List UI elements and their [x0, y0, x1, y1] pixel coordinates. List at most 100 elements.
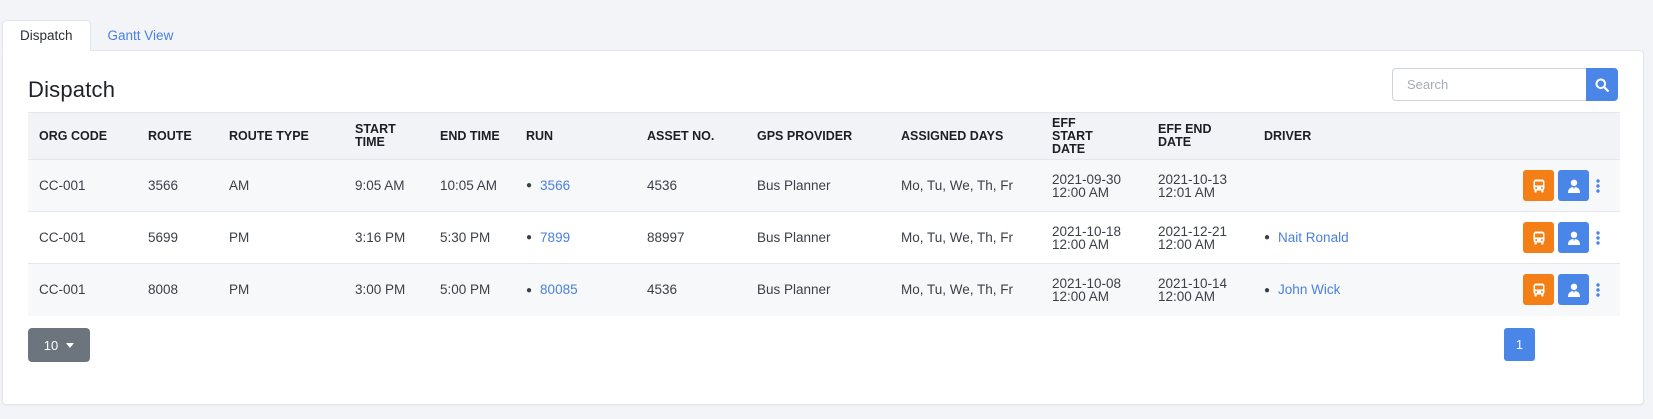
driver-cell: ● John Wick — [1253, 264, 1418, 316]
assigned-days-cell: Mo, Tu, We, Th, Fr — [901, 178, 1014, 193]
eff-end-date: 2021-10-13 — [1158, 171, 1228, 187]
assign-bus-button[interactable] — [1523, 222, 1554, 253]
assigned-days-cell: Mo, Tu, We, Th, Fr — [901, 230, 1014, 245]
dispatch-card: Dispatch ORG CODE ROUTE ROUTE TYPE START… — [2, 50, 1644, 405]
org-code-cell: CC-001 — [39, 178, 86, 193]
eff-end-date-cell: 2021-12-21 12:00 AM — [1147, 212, 1253, 264]
bullet-icon: ● — [1264, 232, 1271, 244]
eff-start-date: 2021-09-30 — [1052, 171, 1122, 187]
driver-link[interactable]: John Wick — [1278, 282, 1340, 297]
driver-icon — [1567, 179, 1580, 193]
more-options-button[interactable] — [1591, 228, 1605, 248]
eff-start-time: 12:00 AM — [1052, 236, 1110, 252]
eff-end-date: 2021-12-21 — [1158, 223, 1228, 239]
driver-link[interactable]: Nait Ronald — [1278, 230, 1349, 245]
column-header[interactable]: ROUTE — [137, 112, 218, 160]
search-input[interactable] — [1392, 68, 1586, 101]
bullet-icon: ● — [526, 284, 533, 296]
bus-icon — [1533, 283, 1544, 297]
tab-gantt-view[interactable]: Gantt View — [91, 20, 191, 51]
more-options-button[interactable] — [1591, 280, 1605, 300]
column-header[interactable]: ASSIGNED DAYS — [890, 112, 1041, 160]
start-time-cell: 3:00 PM — [355, 282, 406, 298]
asset-no-cell: 88997 — [647, 230, 685, 245]
actions-cell — [1418, 160, 1620, 212]
asset-no-cell: 4536 — [647, 178, 678, 193]
run-link[interactable]: 7899 — [540, 230, 570, 245]
column-header[interactable]: END TIME — [429, 112, 515, 160]
eff-end-time: 12:00 AM — [1158, 236, 1216, 252]
column-header[interactable]: DRIVER — [1253, 112, 1418, 160]
driver-icon — [1567, 283, 1580, 297]
route-type-cell: PM — [229, 282, 250, 298]
assign-driver-button[interactable] — [1558, 222, 1589, 253]
eff-start-date: 2021-10-18 — [1052, 223, 1122, 239]
column-header[interactable]: RUN — [515, 112, 636, 160]
org-code-cell: CC-001 — [39, 230, 86, 245]
assign-bus-button[interactable] — [1523, 170, 1554, 201]
bullet-icon: ● — [526, 180, 533, 192]
route-cell: 8008 — [148, 282, 179, 298]
tab-bar: Dispatch Gantt View — [2, 20, 190, 51]
kebab-menu-icon — [1596, 178, 1600, 193]
eff-start-date-cell: 2021-10-18 12:00 AM — [1041, 212, 1147, 264]
search-button[interactable] — [1586, 68, 1618, 101]
column-header[interactable]: ASSET NO. — [636, 112, 746, 160]
driver-cell: ● Nait Ronald — [1253, 212, 1418, 264]
start-time-cell: 9:05 AM — [355, 178, 405, 193]
bullet-icon: ● — [1264, 284, 1271, 296]
start-time-cell: 3:16 PM — [355, 230, 406, 245]
route-type-cell: AM — [229, 178, 250, 193]
run-link[interactable]: 3566 — [540, 178, 570, 193]
route-type-cell: PM — [229, 230, 250, 245]
eff-end-date-cell: 2021-10-14 12:00 AM — [1147, 264, 1253, 316]
run-cell: ● 7899 — [515, 212, 636, 264]
eff-end-date-cell: 2021-10-13 12:01 AM — [1147, 160, 1253, 212]
assign-driver-button[interactable] — [1558, 170, 1589, 201]
column-header[interactable]: ORG CODE — [28, 112, 137, 160]
search-box — [1392, 68, 1618, 101]
driver-cell: ● — [1253, 160, 1418, 212]
run-link[interactable]: 80085 — [540, 282, 578, 297]
end-time-cell: 10:05 AM — [440, 178, 498, 193]
eff-end-time: 12:00 AM — [1158, 288, 1216, 304]
bullet-icon: ● — [526, 232, 533, 244]
run-cell: ● 80085 — [515, 264, 636, 316]
more-options-button[interactable] — [1591, 176, 1605, 196]
route-cell: 3566 — [148, 178, 179, 193]
page-title: Dispatch — [28, 77, 116, 102]
table-header-row: ORG CODE ROUTE ROUTE TYPE START TIME END… — [28, 112, 1620, 160]
assigned-days-cell: Mo, Tu, We, Th, Fr — [901, 282, 1014, 298]
driver-icon — [1567, 231, 1580, 245]
pagination-page-1[interactable]: 1 — [1504, 328, 1535, 361]
route-cell: 5699 — [148, 230, 179, 245]
asset-no-cell: 4536 — [647, 282, 678, 298]
assign-bus-button[interactable] — [1523, 274, 1554, 306]
actions-header — [1418, 112, 1620, 160]
gps-provider-cell: Bus Planner — [757, 282, 831, 298]
table-row: CC-001 3566 AM 9:05 AM 10:05 AM ● 3566 45… — [28, 159, 1620, 212]
dispatch-table: ORG CODE ROUTE ROUTE TYPE START TIME END… — [28, 112, 1620, 316]
end-time-cell: 5:00 PM — [440, 282, 491, 298]
eff-start-date-cell: 2021-10-08 12:00 AM — [1041, 264, 1147, 316]
page-size-value: 10 — [43, 337, 59, 353]
gps-provider-cell: Bus Planner — [757, 230, 831, 245]
column-header[interactable]: START TIME — [344, 112, 429, 160]
kebab-menu-icon — [1596, 230, 1600, 245]
eff-end-date: 2021-10-14 — [1158, 275, 1228, 291]
assign-driver-button[interactable] — [1558, 274, 1589, 306]
caret-down-icon — [66, 342, 75, 348]
column-header[interactable]: EFF END DATE — [1147, 112, 1253, 160]
column-header[interactable]: EFF START DATE — [1041, 112, 1147, 160]
tab-dispatch[interactable]: Dispatch — [2, 20, 91, 51]
column-header[interactable]: GPS PROVIDER — [746, 112, 890, 160]
actions-cell — [1418, 212, 1620, 264]
page-size-dropdown[interactable]: 10 — [28, 328, 90, 362]
column-header[interactable]: ROUTE TYPE — [218, 112, 344, 160]
gps-provider-cell: Bus Planner — [757, 178, 831, 193]
eff-start-date: 2021-10-08 — [1052, 275, 1122, 291]
table-row: CC-001 5699 PM 3:16 PM 5:30 PM ● 7899 889… — [28, 211, 1620, 264]
eff-end-time: 12:01 AM — [1158, 184, 1216, 200]
eff-start-time: 12:00 AM — [1052, 184, 1110, 200]
bus-icon — [1533, 231, 1544, 244]
